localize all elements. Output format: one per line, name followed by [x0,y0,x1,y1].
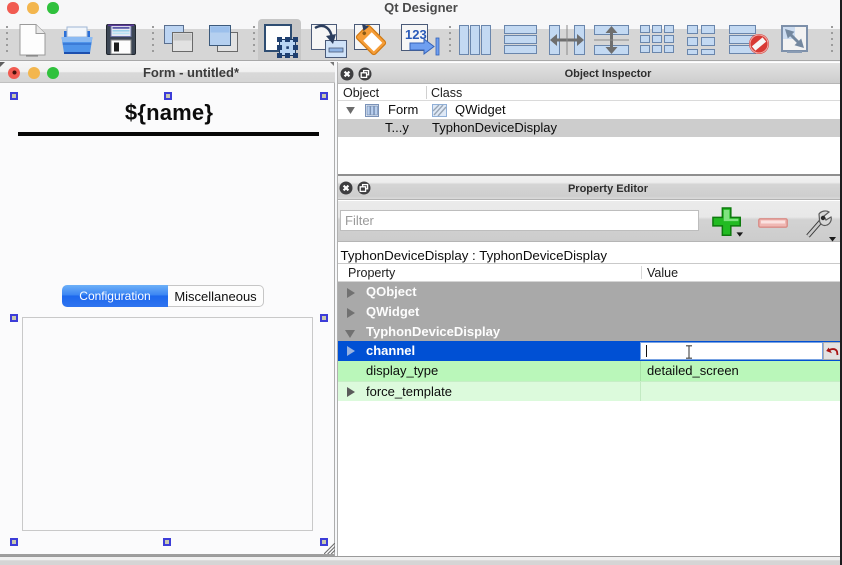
svg-text:123: 123 [405,27,427,42]
